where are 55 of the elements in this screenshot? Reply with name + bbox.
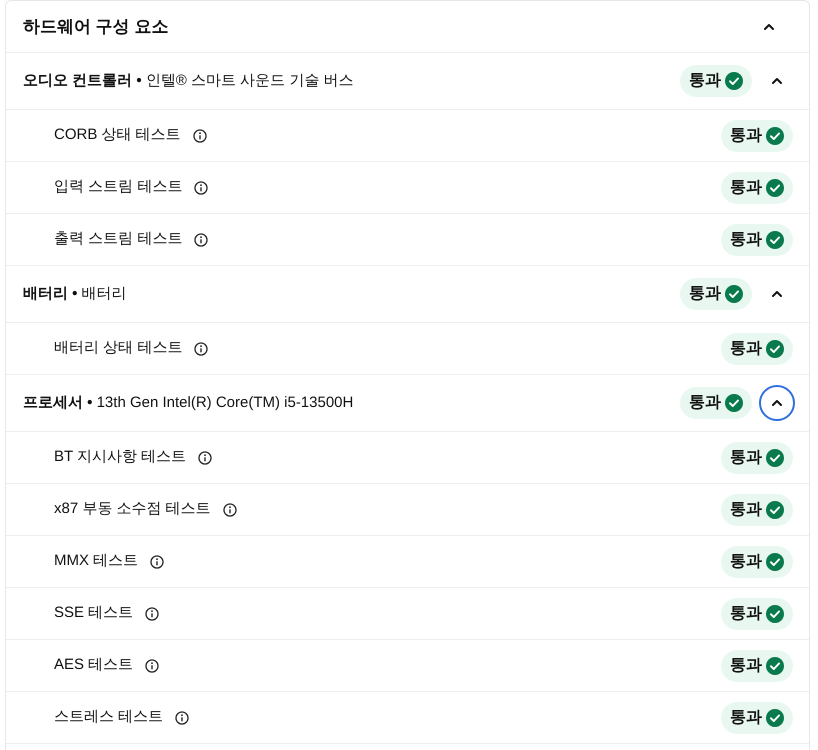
- check-circle-icon: [766, 448, 784, 466]
- info-icon[interactable]: [194, 180, 208, 194]
- status-label: 통과: [730, 338, 762, 358]
- info-icon[interactable]: [198, 450, 212, 464]
- chevron-up-icon: [763, 22, 775, 30]
- check-circle-icon: [725, 394, 743, 412]
- status-label: 통과: [730, 178, 762, 198]
- status-label: 통과: [689, 393, 721, 413]
- check-circle-icon: [766, 178, 784, 196]
- group-title: 배터리 • 배터리: [23, 284, 127, 304]
- check-circle-icon: [766, 126, 784, 144]
- check-circle-icon: [766, 500, 784, 518]
- test-name: 입력 스트림 테스트: [54, 177, 182, 198]
- info-icon[interactable]: [145, 606, 160, 620]
- test-name: 배터리 상태 테스트: [54, 338, 182, 358]
- check-circle-icon: [766, 656, 784, 674]
- test-name: BT 지시사항 테스트: [54, 447, 186, 468]
- test-name: x87 부동 소수점 테스트: [54, 499, 211, 520]
- test-name: 스트레스 테스트: [54, 707, 164, 728]
- test-name: SSE 테스트: [54, 603, 134, 624]
- info-icon[interactable]: [192, 128, 207, 142]
- status-label: 통과: [689, 284, 721, 304]
- info-icon[interactable]: [150, 554, 164, 568]
- test-name: 출력 스트림 테스트: [54, 229, 182, 250]
- chevron-up-icon: [771, 290, 783, 298]
- section-title: 하드웨어 구성 요소: [23, 16, 168, 38]
- info-icon[interactable]: [194, 342, 208, 356]
- chevron-up-icon: [771, 399, 783, 407]
- group-title: 프로세서 • 13th Gen Intel(R) Core(TM) i5-13500H: [23, 392, 354, 413]
- status-label: 통과: [730, 604, 762, 624]
- test-name: MMX 테스트: [54, 551, 138, 572]
- collapse-button[interactable]: [759, 385, 795, 421]
- status-label: 통과: [730, 500, 762, 520]
- status-label: 통과: [730, 230, 762, 250]
- check-circle-icon: [725, 285, 743, 303]
- check-circle-icon: [766, 340, 784, 358]
- info-icon[interactable]: [194, 232, 208, 246]
- status-label: 통과: [730, 656, 762, 676]
- test-name: AES 테스트: [54, 655, 134, 676]
- status-label: 통과: [730, 552, 762, 572]
- group-title: 오디오 컨트롤러 • 인텔® 스마트 사운드 기술 버스: [23, 70, 354, 91]
- check-circle-icon: [766, 708, 784, 726]
- check-circle-icon: [766, 552, 784, 570]
- status-label: 통과: [730, 126, 762, 146]
- chevron-up-icon: [771, 77, 783, 85]
- info-icon[interactable]: [222, 502, 237, 516]
- info-icon[interactable]: [145, 658, 160, 672]
- info-icon[interactable]: [175, 710, 190, 724]
- test-name: CORB 상태 테스트: [54, 125, 181, 146]
- status-label: 통과: [730, 448, 762, 468]
- check-circle-icon: [725, 72, 743, 90]
- status-label: 통과: [730, 708, 762, 728]
- check-circle-icon: [766, 230, 784, 248]
- status-label: 통과: [689, 71, 721, 91]
- check-circle-icon: [766, 604, 784, 622]
